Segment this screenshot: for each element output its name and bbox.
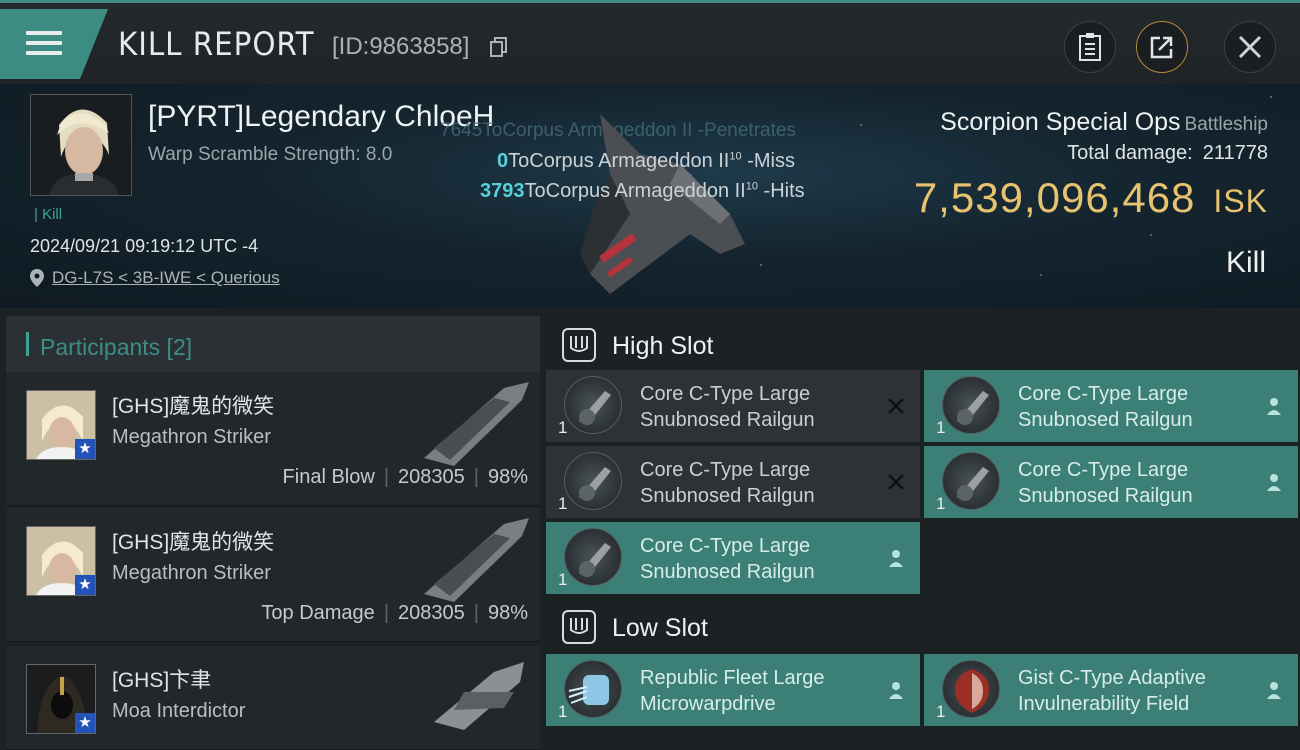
participant-name: [GHS]卞聿 xyxy=(112,669,212,692)
kill-summary-banner: [PYRT]Legendary ChloeH Warp Scramble Str… xyxy=(0,84,1300,308)
kill-tag: | Kill xyxy=(34,206,63,223)
microwarpdrive-icon xyxy=(564,660,622,718)
module-item[interactable]: 1 Gist C-Type Adaptive Invulnerability F… xyxy=(924,654,1298,726)
railgun-icon xyxy=(942,452,1000,510)
location-pin-icon xyxy=(30,269,44,287)
participant-avatar: ★ xyxy=(26,390,96,460)
module-item[interactable]: 1 Core C-Type Large Snubnosed Railgun xyxy=(924,370,1298,442)
isk-value: 7,539,096,468 ISK xyxy=(913,174,1268,221)
kill-datetime: 2024/09/21 09:19:12 UTC -4 xyxy=(30,236,259,256)
dropped-person-icon xyxy=(1267,474,1281,491)
damage-log-entry: 3793ToCorpus Armageddon II10 -Hits xyxy=(480,180,805,202)
participant-name: [GHS]魔鬼的微笑 xyxy=(112,395,275,418)
participant-stats: Top Damage | 208305 | 98% xyxy=(261,602,528,624)
low-slot-icon xyxy=(562,610,596,644)
star-badge-icon: ★ xyxy=(75,439,95,459)
clipboard-button[interactable] xyxy=(1064,21,1116,73)
participant-stats: Final Blow | 208305 | 98% xyxy=(282,466,528,488)
destroyed-icon xyxy=(888,398,904,414)
damage-log-entry: 0ToCorpus Armageddon II10 -Miss xyxy=(497,150,795,172)
participant-card[interactable]: ★ [GHS]魔鬼的微笑 Megathron Striker Final Blo… xyxy=(6,372,540,506)
module-name: Core C-Type Large Snubnosed Railgun xyxy=(640,383,815,431)
module-name: Core C-Type Large Snubnosed Railgun xyxy=(640,535,815,583)
participant-avatar: ★ xyxy=(26,664,96,734)
module-item[interactable]: 1 Core C-Type Large Snubnosed Railgun xyxy=(924,446,1298,518)
dropped-person-icon xyxy=(1267,398,1281,415)
star-badge-icon: ★ xyxy=(75,713,95,733)
dropped-person-icon xyxy=(1267,682,1281,699)
location-link[interactable]: DG-L7S < 3B-IWE < Querious xyxy=(52,268,280,288)
dropped-person-icon xyxy=(889,550,903,567)
menu-icon[interactable] xyxy=(26,31,62,59)
railgun-icon xyxy=(564,528,622,586)
ship-class: Battleship xyxy=(1184,114,1268,135)
module-item[interactable]: 1 Core C-Type Large Snubnosed Railgun xyxy=(546,522,920,594)
participant-card[interactable]: ★ [GHS]卞聿 Moa Interdictor xyxy=(6,646,540,750)
victim-ship-name[interactable]: Scorpion Special Ops Battleship xyxy=(940,108,1268,137)
module-item[interactable]: 1 Republic Fleet Large Microwarpdrive xyxy=(546,654,920,726)
module-name: Core C-Type Large Snubnosed Railgun xyxy=(640,459,815,507)
high-slot-header: High Slot xyxy=(546,316,1300,372)
railgun-icon xyxy=(564,452,622,510)
participants-header: Participants [2] xyxy=(6,316,540,372)
participant-ship: Megathron Striker xyxy=(112,426,271,448)
page-title: KILL REPORT xyxy=(118,25,315,63)
module-name: Gist C-Type Adaptive Invulnerability Fie… xyxy=(1018,667,1206,715)
participant-card[interactable]: ★ [GHS]魔鬼的微笑 Megathron Striker Top Damag… xyxy=(6,508,540,642)
dropped-person-icon xyxy=(889,682,903,699)
destroyed-icon xyxy=(888,474,904,490)
warp-scramble-strength: Warp Scramble Strength: 8.0 xyxy=(148,144,393,165)
kill-id: [ID:9863858] xyxy=(332,33,470,60)
module-name: Core C-Type Large Snubnosed Railgun xyxy=(1018,459,1193,507)
shield-module-icon xyxy=(942,660,1000,718)
victim-portrait[interactable] xyxy=(30,94,132,196)
railgun-icon xyxy=(942,376,1000,434)
participant-name: [GHS]魔鬼的微笑 xyxy=(112,531,275,554)
participant-ship-image xyxy=(434,662,524,730)
railgun-icon xyxy=(564,376,622,434)
kill-result: Kill xyxy=(1225,246,1266,279)
copy-icon[interactable] xyxy=(490,37,508,57)
kill-location[interactable]: DG-L7S < 3B-IWE < Querious xyxy=(30,268,280,288)
menu-tab[interactable] xyxy=(0,9,108,79)
module-name: Core C-Type Large Snubnosed Railgun xyxy=(1018,383,1193,431)
star-badge-icon: ★ xyxy=(75,575,95,595)
victim-avatar xyxy=(31,95,131,195)
module-item[interactable]: 1 Core C-Type Large Snubnosed Railgun xyxy=(546,446,920,518)
close-button[interactable] xyxy=(1224,21,1276,73)
participant-ship: Moa Interdictor xyxy=(112,700,246,722)
participant-ship-image xyxy=(424,518,529,602)
fitting-panel: High Slot 1 Core C-Type Large Snubnosed … xyxy=(540,308,1300,750)
module-item[interactable]: 1 Core C-Type Large Snubnosed Railgun xyxy=(546,370,920,442)
clipboard-icon xyxy=(1079,33,1101,61)
close-icon xyxy=(1238,35,1262,59)
participant-ship: Megathron Striker xyxy=(112,562,271,584)
share-icon xyxy=(1150,36,1173,59)
low-slot-header: Low Slot xyxy=(546,598,1300,654)
total-damage: Total damage: 211778 xyxy=(1067,142,1268,164)
module-name: Republic Fleet Large Microwarpdrive xyxy=(640,667,825,715)
participant-avatar: ★ xyxy=(26,526,96,596)
high-slot-icon xyxy=(562,328,596,362)
participants-panel: Participants [2] ★ [GHS]魔鬼的微笑 Megathron … xyxy=(0,308,540,750)
kill-report-header: KILL REPORT [ID:9863858] xyxy=(0,0,1300,84)
participant-ship-image xyxy=(424,382,529,466)
share-button[interactable] xyxy=(1136,21,1188,73)
